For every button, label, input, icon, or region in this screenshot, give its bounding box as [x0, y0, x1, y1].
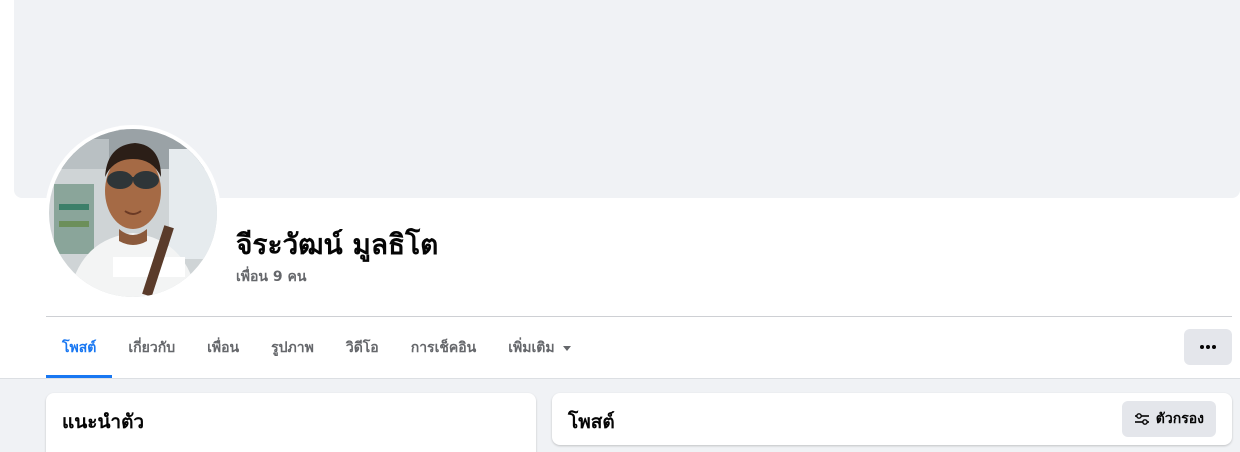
- profile-photo-image: [49, 129, 217, 297]
- tab-label: เกี่ยวกับ: [128, 340, 176, 356]
- tab-label: วิดีโอ: [345, 340, 379, 356]
- tab-check-ins[interactable]: การเช็คอิน: [395, 318, 493, 378]
- tab-label: เพื่อน: [207, 340, 240, 356]
- profile-picture-frame: [45, 125, 221, 301]
- header-divider: [46, 316, 1232, 317]
- posts-card: โพสต์ ตัวกรอง: [552, 393, 1232, 445]
- profile-tabs: โพสต์ เกี่ยวกับ เพื่อน รูปภาพ วิดีโอ การ…: [46, 318, 587, 378]
- tab-about[interactable]: เกี่ยวกับ: [112, 318, 191, 378]
- intro-card-title: แนะนำตัว: [62, 411, 145, 433]
- profile-name: จีระวัฒน์ มูลธิโต: [236, 228, 439, 261]
- filter-button[interactable]: ตัวกรอง: [1121, 401, 1216, 437]
- tab-label: เพิ่มเติม: [508, 340, 555, 356]
- profile-header: จีระวัฒน์ มูลธิโต เพื่อน 9 คน โพสต์ เกี่…: [0, 0, 1240, 379]
- filter-sliders-icon: [1134, 413, 1149, 425]
- tab-friends[interactable]: เพื่อน: [191, 318, 255, 378]
- more-options-button[interactable]: [1184, 329, 1232, 365]
- friends-count[interactable]: เพื่อน 9 คน: [236, 266, 306, 288]
- tab-label: การเช็คอิน: [410, 340, 477, 356]
- tab-photos[interactable]: รูปภาพ: [255, 318, 330, 378]
- profile-picture[interactable]: [49, 129, 217, 297]
- tab-posts[interactable]: โพสต์: [46, 318, 113, 378]
- profile-page: จีระวัฒน์ มูลธิโต เพื่อน 9 คน โพสต์ เกี่…: [0, 0, 1240, 452]
- tab-more[interactable]: เพิ่มเติม: [492, 318, 586, 378]
- intro-card: แนะนำตัว: [46, 393, 536, 452]
- more-dots-icon: [1200, 345, 1216, 349]
- filter-label: ตัวกรอง: [1155, 411, 1204, 427]
- caret-down-icon: [562, 345, 571, 351]
- tab-label: รูปภาพ: [271, 340, 314, 356]
- posts-card-title: โพสต์: [568, 411, 615, 433]
- tab-label: โพสต์: [62, 340, 97, 356]
- tab-videos[interactable]: วิดีโอ: [330, 318, 395, 378]
